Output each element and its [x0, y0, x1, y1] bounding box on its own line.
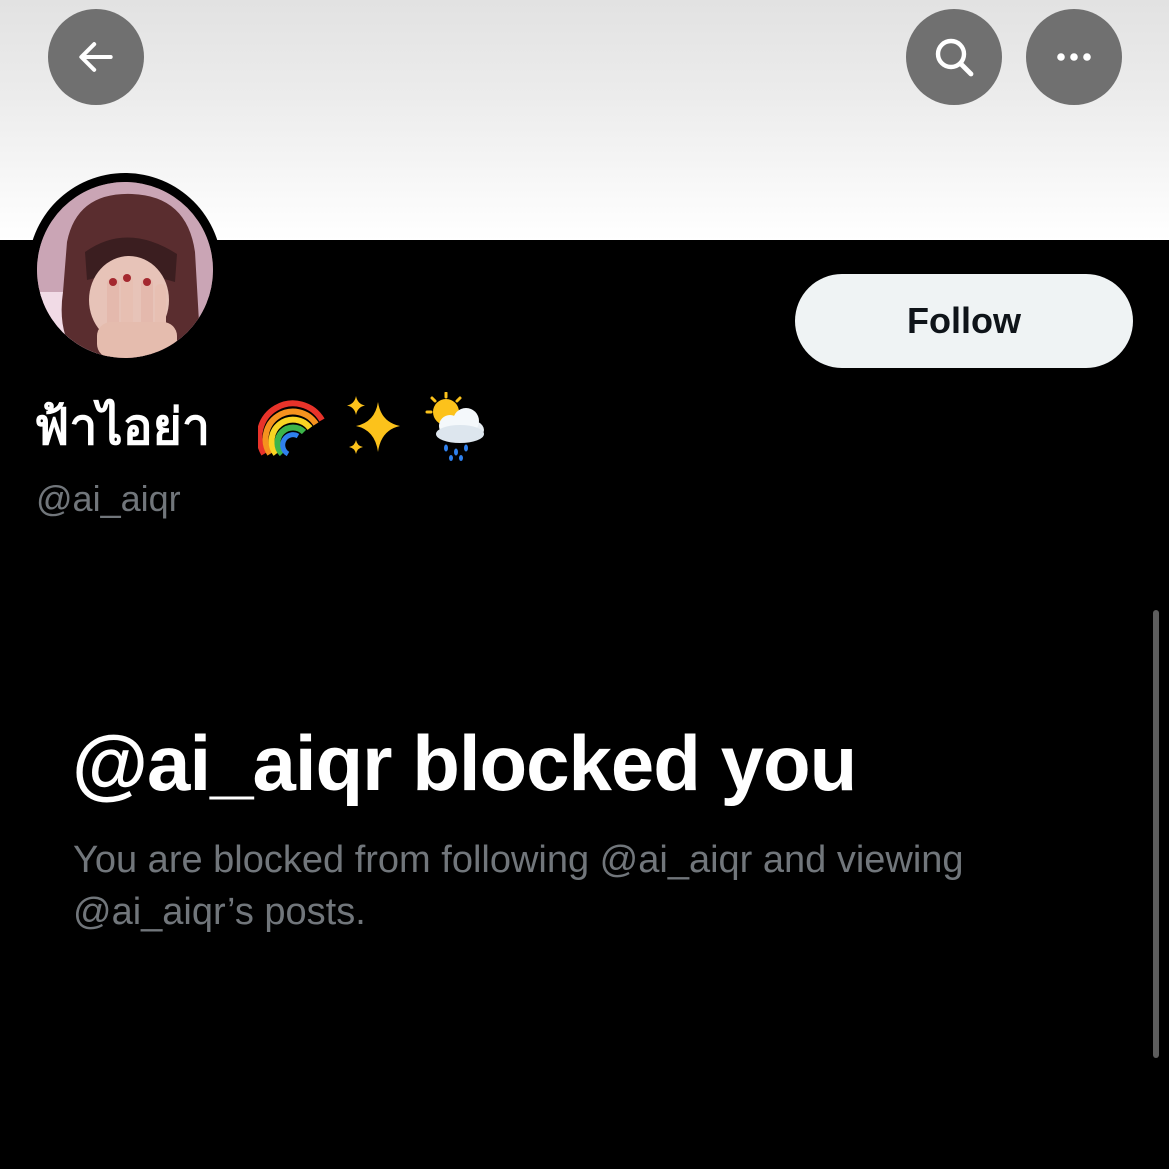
sun-behind-rain-cloud-icon — [425, 392, 484, 461]
search-button[interactable] — [906, 9, 1002, 105]
more-options-button[interactable] — [1026, 9, 1122, 105]
display-name-emojis — [258, 392, 488, 462]
scrollbar[interactable] — [1153, 610, 1159, 1058]
arrow-left-icon — [79, 42, 113, 72]
sparkles-icon — [347, 396, 400, 454]
avatar-frame[interactable] — [28, 173, 222, 367]
avatar-photo — [37, 182, 213, 358]
rainbow-icon — [258, 400, 325, 457]
blocked-title: @ai_aiqr blocked you — [72, 719, 857, 807]
back-button[interactable] — [48, 9, 144, 105]
more-horizontal-icon — [1057, 53, 1091, 61]
follow-button[interactable]: Follow — [795, 274, 1133, 368]
display-name: ฟ้าไอย่า — [34, 397, 211, 456]
profile-handle: @ai_aiqr — [36, 478, 181, 519]
avatar[interactable] — [37, 182, 213, 358]
blocked-description: You are blocked from following @ai_aiqr … — [73, 839, 964, 933]
search-icon — [935, 38, 974, 77]
